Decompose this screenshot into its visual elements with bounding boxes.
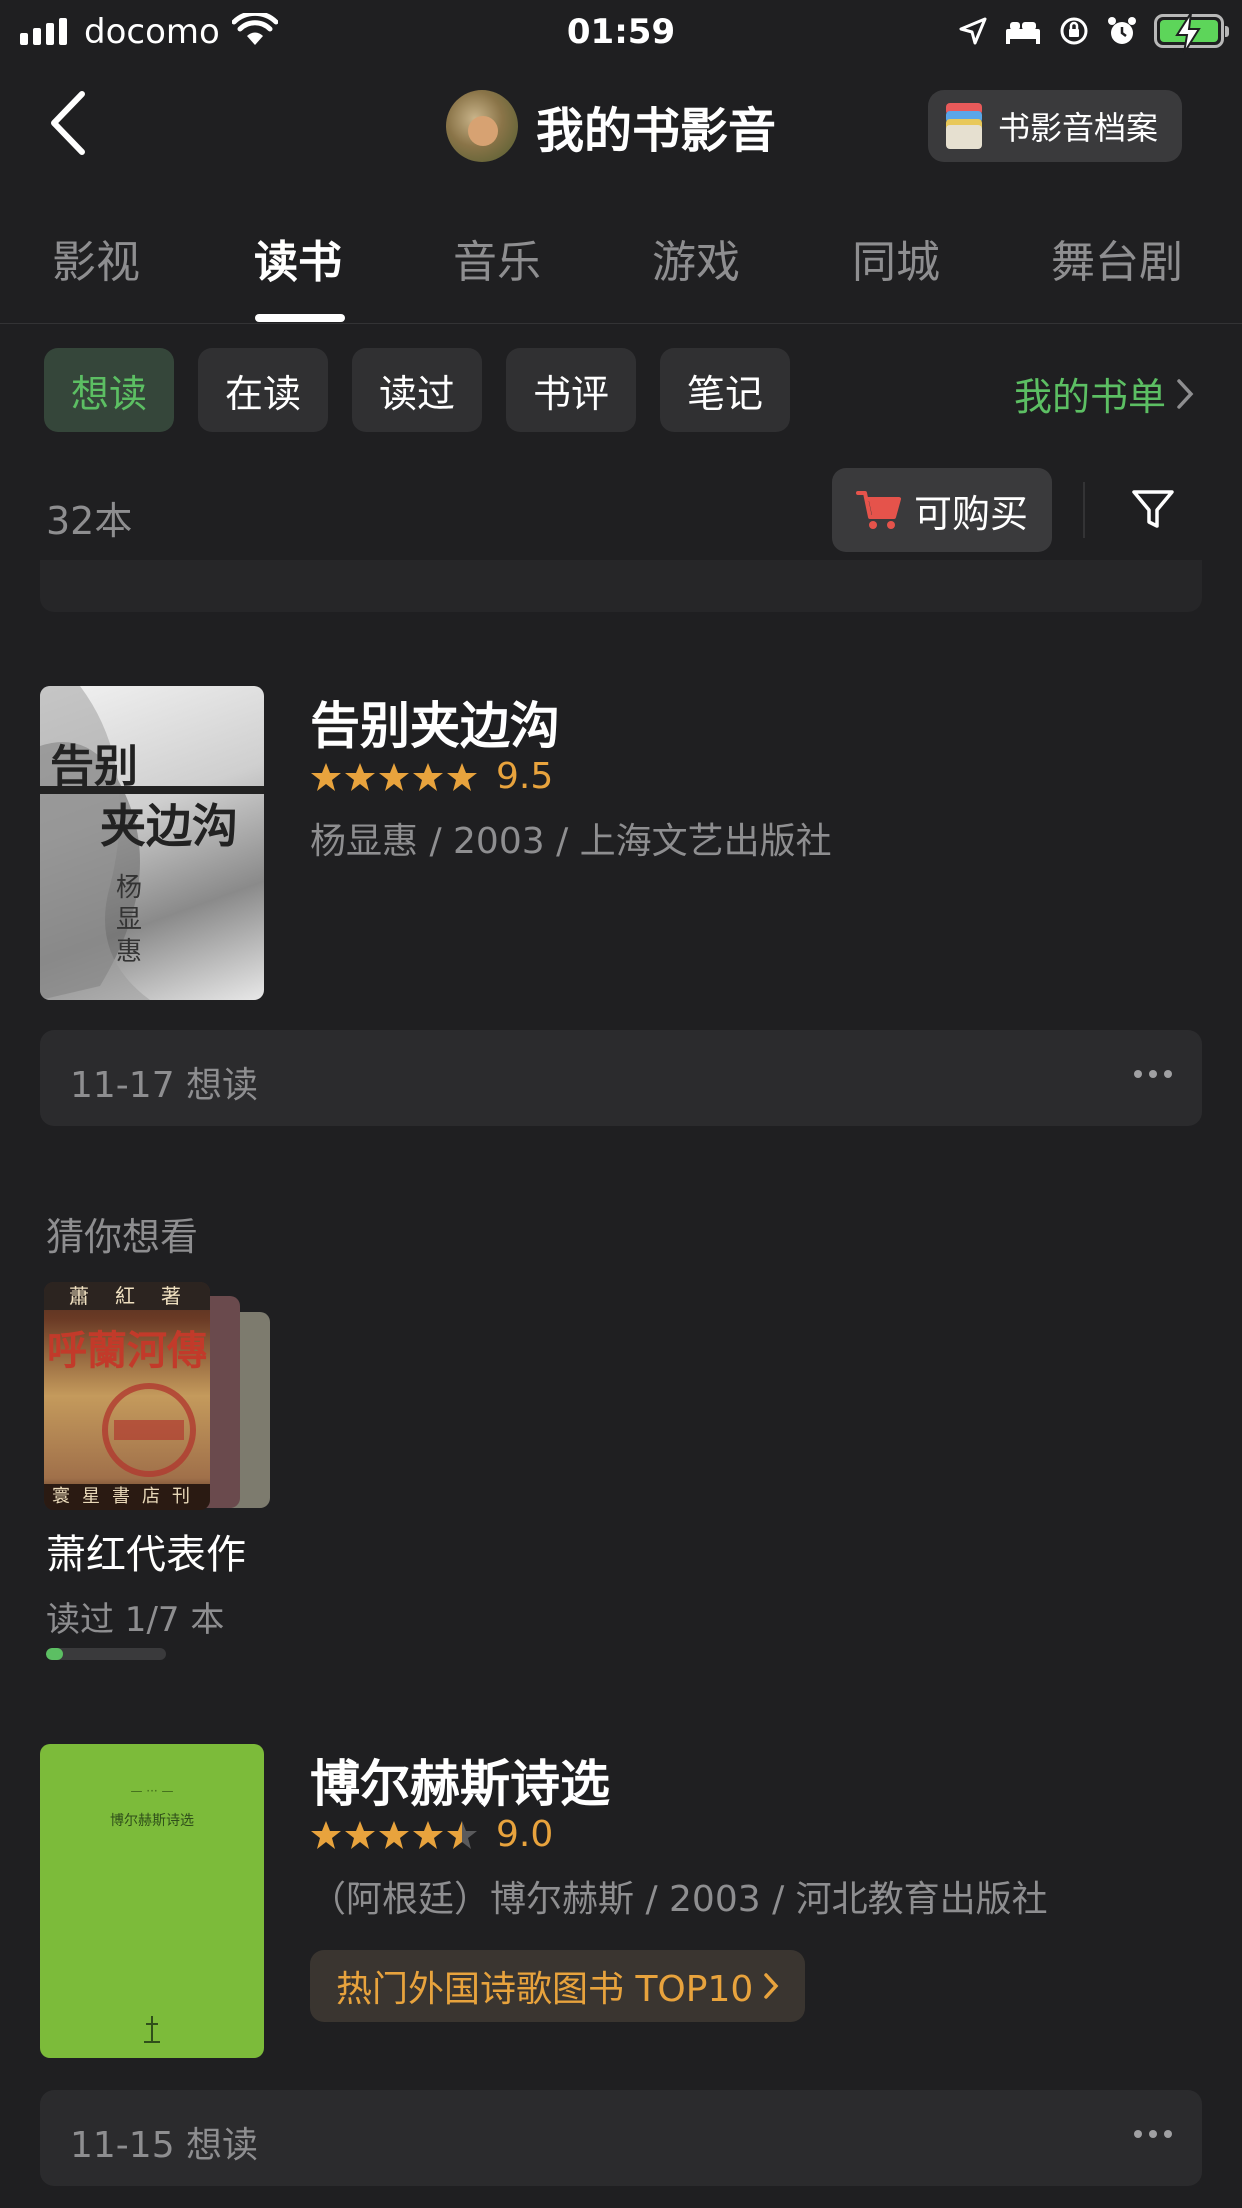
nav-title-group: 我的书影音 [446, 90, 776, 162]
cover-logo-icon [144, 2016, 160, 2043]
my-booklist-link[interactable]: 我的书单 [1014, 366, 1194, 421]
mark-date: 11-17 想读 [70, 1065, 259, 1106]
previous-card-tail [40, 560, 1202, 612]
back-button[interactable] [48, 90, 108, 160]
cover-title: 博尔赫斯诗选 [110, 1813, 194, 1829]
avatar[interactable] [446, 90, 518, 162]
chip-notes[interactable]: 笔记 [660, 348, 790, 432]
sleep-bed-icon [1006, 22, 1040, 44]
tab-theater[interactable]: 舞台剧 [1051, 226, 1183, 290]
star-icon [345, 762, 375, 791]
tab-movies[interactable]: 影视 [52, 226, 140, 290]
rec-cover-stamp [102, 1383, 196, 1477]
star-icon [379, 1820, 409, 1849]
recommend-series-covers[interactable]: 蕭紅著 呼蘭河傳 寰星書店刊 [44, 1282, 284, 1510]
rec-front-cover: 蕭紅著 呼蘭河傳 寰星書店刊 [44, 1282, 210, 1510]
buyable-filter-button[interactable]: 可购买 [832, 468, 1052, 552]
star-icon [413, 762, 443, 791]
rec-cover-title: 呼蘭河傳 [47, 1327, 207, 1374]
divider [1083, 482, 1085, 538]
recommend-heading: 猜你想看 [46, 1215, 199, 1259]
recommend-progress-bar [46, 1648, 166, 1660]
chevron-right-icon [764, 1973, 779, 1999]
status-bar: docomo 01:59 [0, 0, 1242, 62]
chevron-left-icon [51, 91, 85, 155]
recommend-series-name[interactable]: 萧红代表作 [46, 1522, 246, 1580]
rec-cover-bottom-text: 寰星書店刊 [44, 1484, 210, 1510]
battery-icon [1154, 13, 1229, 53]
chip-reading[interactable]: 在读 [198, 348, 328, 432]
star-icon [311, 1820, 341, 1849]
book-meta: 杨显惠 / 2003 / 上海文艺出版社 [310, 821, 832, 862]
page-title: 我的书影音 [536, 103, 777, 159]
book-cover[interactable]: — ··· — 博尔赫斯诗选 [40, 1744, 264, 2058]
navigation-bar: 我的书影音 书影音档案 [0, 62, 1242, 186]
archive-label: 书影音档案 [997, 109, 1158, 147]
star-rating [310, 761, 478, 793]
status-icons [958, 13, 1229, 53]
count-bar: 32本 可购买 [0, 460, 1242, 560]
star-icon [379, 762, 409, 791]
rating-row: 9.5 [310, 756, 553, 797]
mark-date: 11-15 想读 [70, 2125, 259, 2166]
cover-title-bottom: 夹边沟 [100, 799, 238, 853]
buyable-label: 可购买 [913, 491, 1028, 536]
mark-bar: 11-17 想读 [40, 1030, 1202, 1126]
book-title[interactable]: 博尔赫斯诗选 [310, 1744, 610, 1816]
rating-score: 9.5 [496, 756, 554, 797]
chip-read[interactable]: 读过 [352, 348, 482, 432]
shopping-cart-icon [855, 491, 901, 529]
tab-games[interactable]: 游戏 [652, 226, 740, 290]
book-meta: （阿根廷）博尔赫斯 / 2003 / 河北教育出版社 [310, 1879, 1048, 1920]
star-icon [447, 1820, 477, 1849]
active-tab-indicator [255, 314, 345, 322]
star-rating [310, 1819, 478, 1851]
booklist-tag-label: 热门外国诗歌图书 TOP10 [336, 1969, 754, 2010]
alarm-icon [1108, 17, 1136, 44]
star-icon [311, 762, 341, 791]
star-icon [345, 1820, 375, 1849]
cover-author: 杨显惠 [116, 873, 143, 967]
category-tabs: 影视 读书 音乐 游戏 同城 舞台剧 [0, 186, 1242, 324]
book-cover[interactable]: 告别 夹边沟 杨显惠 [40, 686, 264, 1000]
orientation-lock-icon [1060, 17, 1088, 45]
tab-books[interactable]: 读书 [254, 226, 342, 290]
status-filter-chips: 想读 在读 读过 书评 笔记 [44, 348, 790, 432]
tab-music[interactable]: 音乐 [453, 226, 541, 290]
tab-local[interactable]: 同城 [852, 226, 940, 290]
rec-cover-top-text: 蕭紅著 [44, 1282, 210, 1310]
cover-small-text: — ··· — [130, 1784, 174, 1798]
cover-title-top: 告别 [50, 741, 138, 792]
chip-want-to-read[interactable]: 想读 [44, 348, 174, 432]
book-title[interactable]: 告别夹边沟 [310, 686, 560, 758]
star-icon [413, 1820, 443, 1849]
recommend-progress-fill [46, 1648, 64, 1660]
mark-bar: 11-15 想读 [40, 2090, 1202, 2186]
rating-row: 9.0 [310, 1814, 553, 1855]
chip-reviews[interactable]: 书评 [506, 348, 636, 432]
location-arrow-icon [959, 17, 987, 45]
chevron-right-icon [1177, 378, 1194, 409]
star-icon [447, 762, 477, 791]
rating-score: 9.0 [496, 1814, 554, 1855]
more-options-button[interactable] [1134, 1070, 1172, 1078]
filter-button[interactable] [1130, 486, 1180, 536]
archive-button[interactable]: 书影音档案 [927, 90, 1182, 162]
my-booklist-label: 我的书单 [1013, 375, 1166, 419]
book-count: 32本 [46, 499, 133, 543]
archive-stack-icon [942, 101, 986, 151]
more-options-button[interactable] [1134, 2130, 1172, 2138]
funnel-icon [1132, 490, 1174, 528]
recommend-progress-label: 读过 1/7 本 [46, 1600, 225, 1640]
booklist-tag[interactable]: 热门外国诗歌图书 TOP10 [310, 1950, 806, 2022]
